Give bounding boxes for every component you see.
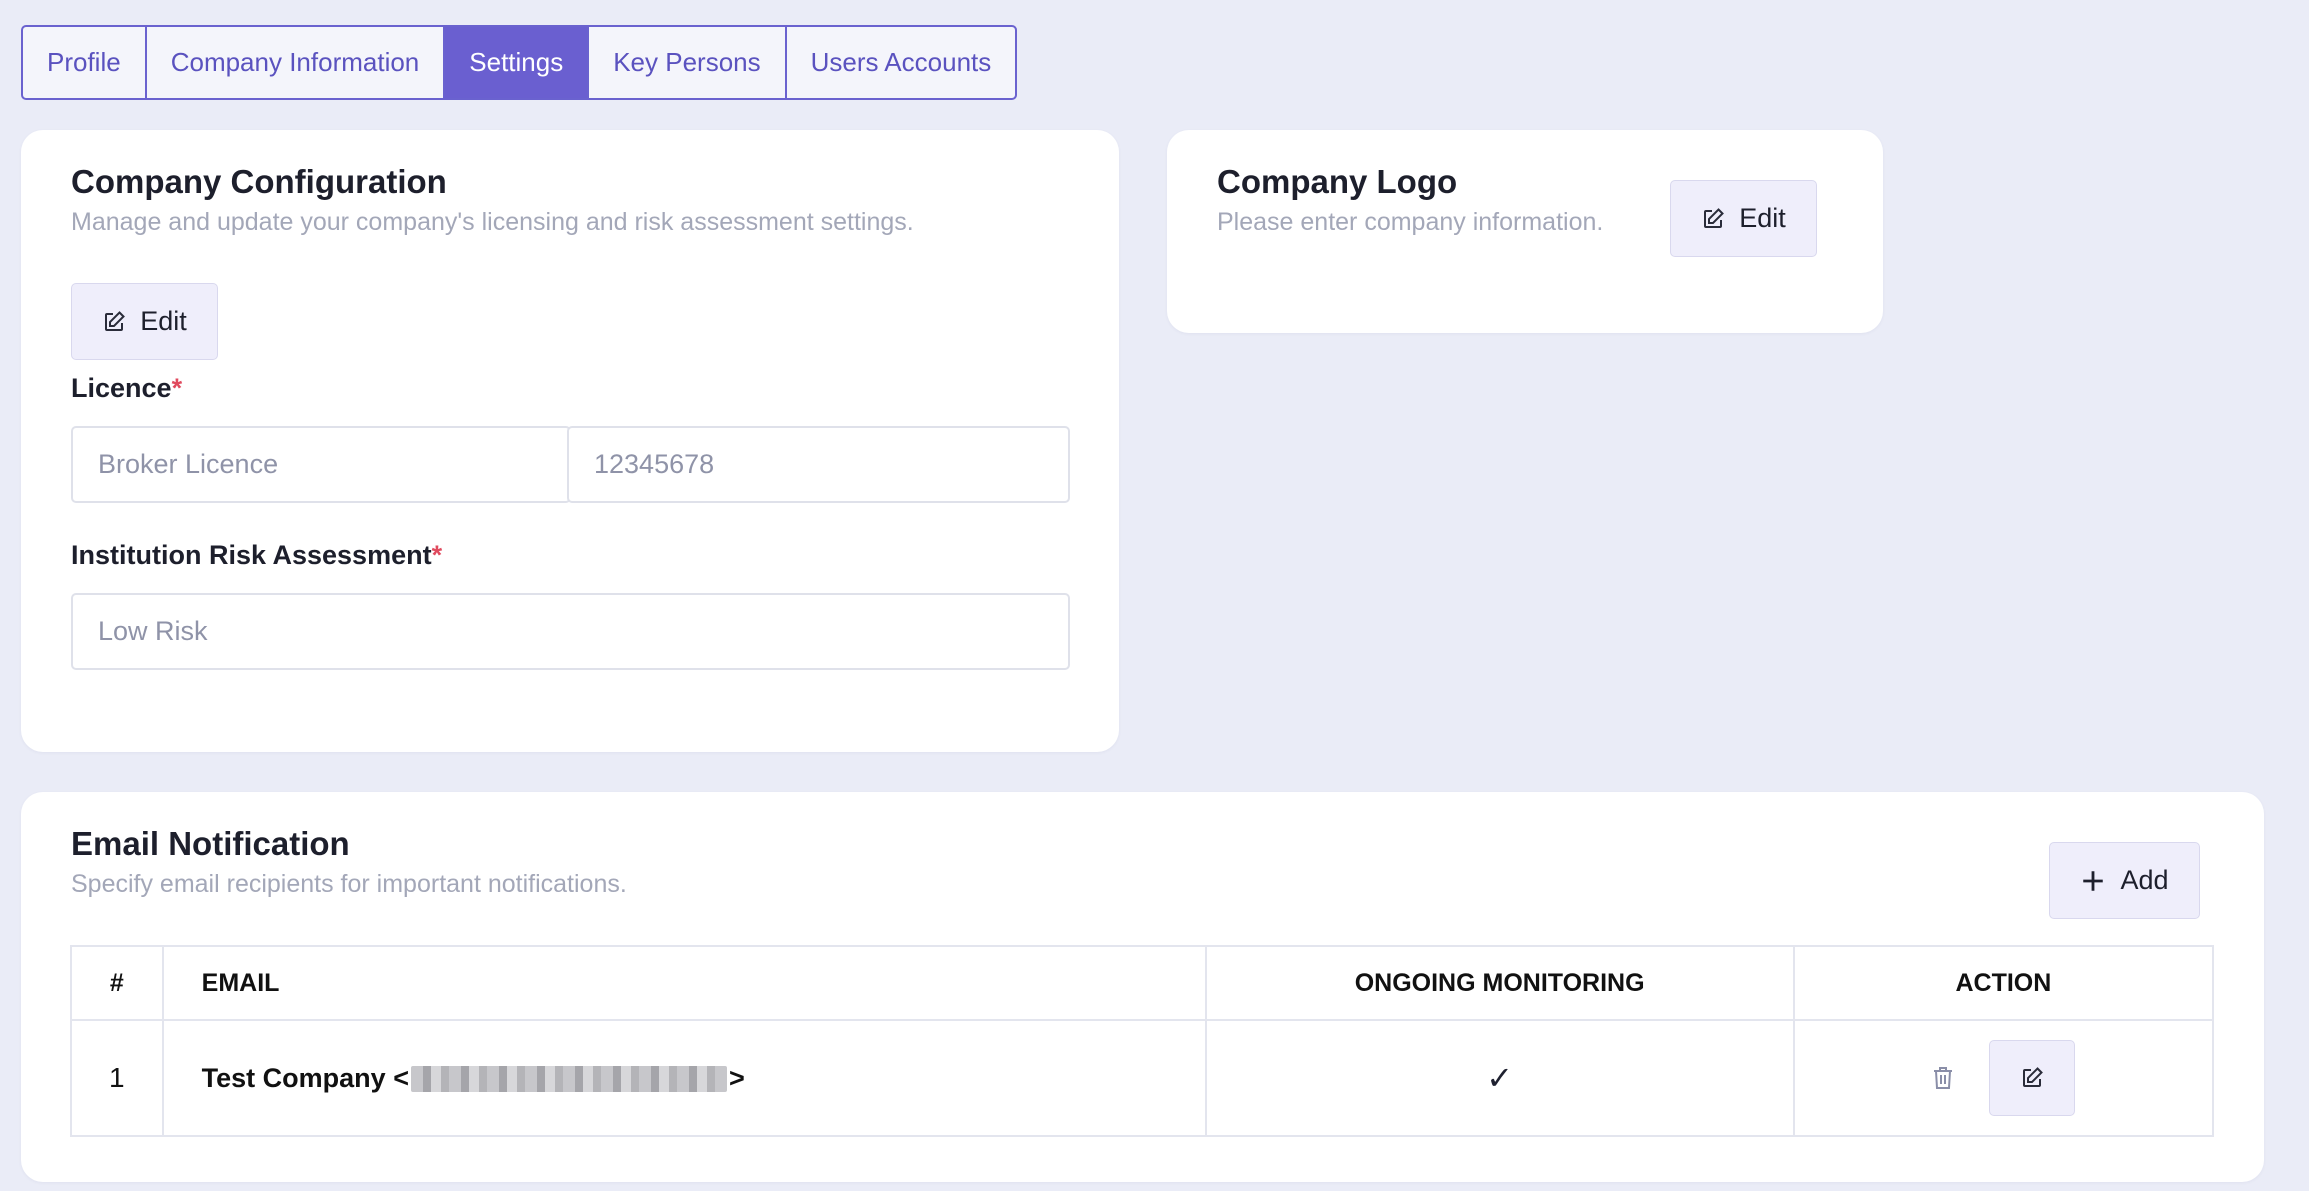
edit-icon: [105, 310, 126, 331]
edit-row-button[interactable]: [1989, 1040, 2076, 1116]
risk-assessment-label: Institution Risk Assessment*: [71, 540, 443, 570]
email-notification-title: Email Notification: [71, 825, 350, 862]
licence-number-input[interactable]: 12345678: [567, 426, 1070, 503]
column-header-ongoing-monitoring: ONGOING MONITORING: [1204, 945, 1795, 1021]
add-label: Add: [2120, 865, 2169, 895]
delete-button[interactable]: [1931, 1065, 1955, 1091]
email-recipients-table: # EMAIL ONGOING MONITORING ACTION 1 Test…: [70, 945, 2215, 1137]
column-header-email: EMAIL: [161, 945, 1207, 1021]
tab-key-persons[interactable]: Key Persons: [589, 27, 787, 98]
edit-label: Edit: [1739, 203, 1786, 233]
table-header-row: # EMAIL ONGOING MONITORING ACTION: [70, 945, 2215, 1021]
email-notification-subtitle: Specify email recipients for important n…: [71, 870, 627, 898]
plus-icon: [2083, 870, 2104, 891]
edit-label: Edit: [140, 306, 187, 336]
required-mark: *: [431, 540, 443, 570]
add-recipient-button[interactable]: Add: [2049, 842, 2200, 919]
tab-users-accounts[interactable]: Users Accounts: [787, 27, 1016, 98]
risk-assessment-input[interactable]: Low Risk: [71, 593, 1070, 670]
row-number: 1: [70, 1019, 164, 1137]
tab-settings[interactable]: Settings: [445, 27, 590, 98]
tab-company-information[interactable]: Company Information: [147, 27, 446, 98]
tab-profile[interactable]: Profile: [23, 27, 147, 98]
row-actions: [1792, 1019, 2215, 1137]
trash-icon: [1934, 1067, 1953, 1089]
edit-icon: [2023, 1067, 2044, 1087]
company-logo-card: Company Logo Please enter company inform…: [1167, 130, 1883, 333]
company-configuration-edit-button[interactable]: Edit: [71, 283, 218, 360]
licence-label: Licence*: [71, 373, 183, 403]
column-header-number: #: [70, 945, 164, 1021]
column-header-action: ACTION: [1792, 945, 2215, 1021]
company-configuration-title: Company Configuration: [71, 163, 447, 200]
settings-tabs: Profile Company Information Settings Key…: [21, 25, 1018, 100]
licence-type-input[interactable]: Broker Licence: [71, 426, 571, 503]
edit-icon: [1704, 207, 1725, 228]
company-configuration-card: Company Configuration Manage and update …: [21, 130, 1119, 752]
ongoing-monitoring-check: ✓: [1204, 1019, 1795, 1137]
required-mark: *: [171, 373, 183, 403]
company-logo-edit-button[interactable]: Edit: [1670, 180, 1817, 257]
table-row: 1 Test Company < > ✓: [70, 1019, 2215, 1137]
recipient-email: Test Company < >: [161, 1019, 1207, 1137]
company-logo-title: Company Logo: [1217, 163, 1458, 200]
company-logo-subtitle: Please enter company information.: [1217, 208, 1604, 236]
company-configuration-subtitle: Manage and update your company's licensi…: [71, 208, 914, 236]
redacted-email: [410, 1066, 727, 1093]
